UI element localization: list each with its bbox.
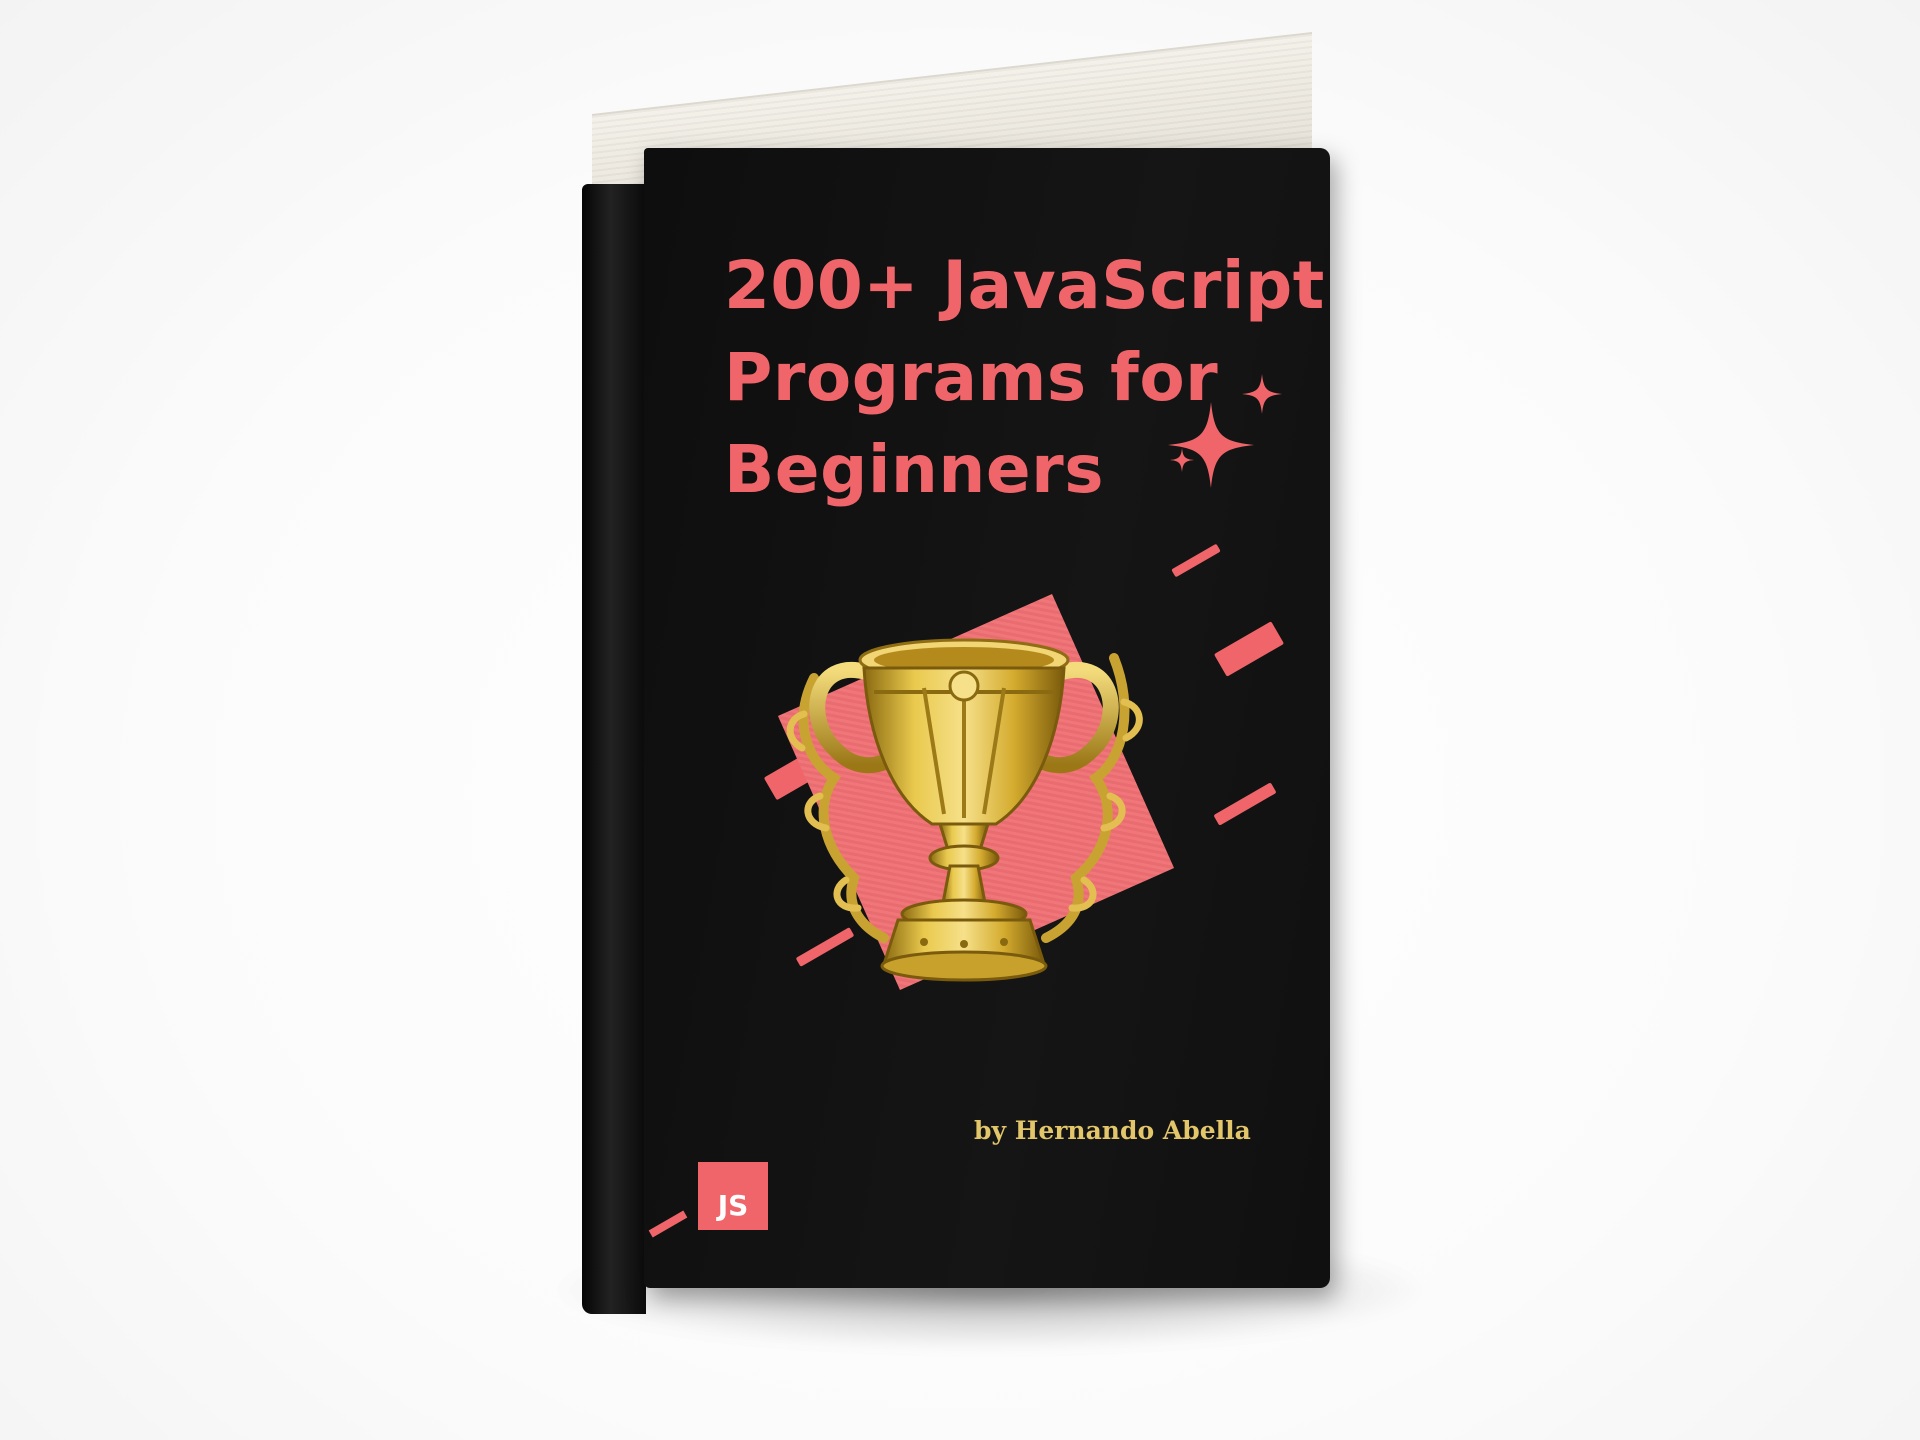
sparkle-small-icon [1242, 374, 1282, 414]
mockup-scene: 200+ JavaScript Programs for Beginners b… [0, 0, 1920, 1440]
book-spine [582, 184, 646, 1314]
trophy-icon [786, 638, 1143, 982]
title-line-1: 200+ JavaScript [724, 247, 1325, 324]
js-badge: JS [698, 1162, 768, 1230]
sparkle-large-icon [1168, 402, 1254, 488]
stripe-decoration [1213, 621, 1285, 677]
author-byline: by Hernando Abella [974, 1116, 1251, 1145]
sparkle-tiny-icon [1170, 448, 1194, 472]
stripe-decoration [648, 1210, 688, 1238]
stripe-decoration [1171, 543, 1221, 578]
stripe-decoration [1213, 782, 1277, 826]
book-cover: 200+ JavaScript Programs for Beginners b… [644, 148, 1330, 1288]
